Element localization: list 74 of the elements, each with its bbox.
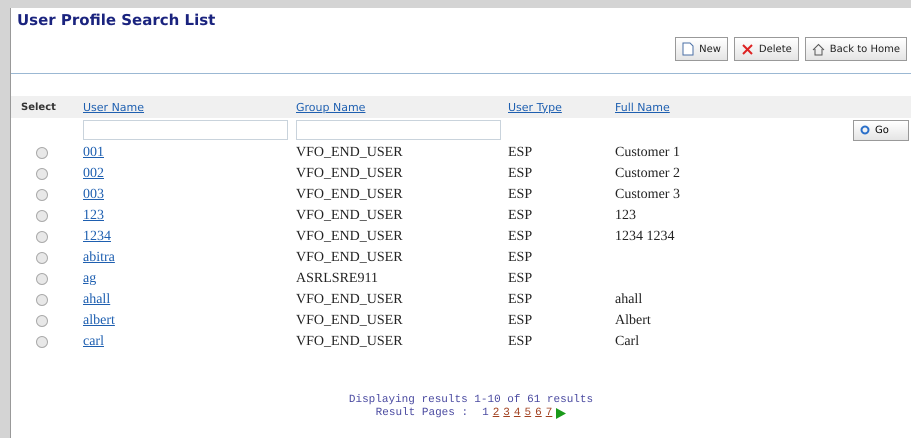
table-cell: VFO_END_USER (296, 166, 403, 182)
table-cell: VFO_END_USER (296, 334, 403, 350)
table-cell: VFO_END_USER (296, 312, 403, 328)
table-cell: Customer 1 (615, 144, 680, 160)
radio-button[interactable] (36, 314, 48, 326)
column-header-link[interactable]: Group Name (296, 100, 508, 114)
table-cell: Customer 2 (615, 166, 680, 182)
table-cell: ahall (615, 292, 642, 308)
table-cell: 1234 1234 (615, 228, 674, 244)
table-cell: VFO_END_USER (296, 228, 403, 244)
radio-button[interactable] (36, 336, 48, 348)
pages-label: Result Pages : (376, 407, 468, 419)
table-cell: Albert (615, 312, 651, 328)
table-cell: ESP (508, 186, 532, 202)
profile-link[interactable]: carl (83, 334, 104, 350)
home-button[interactable]: Back to Home (804, 37, 907, 61)
table-cell: Carl (615, 334, 640, 350)
table-cell: ESP (508, 166, 532, 182)
profile-link[interactable]: albert (83, 312, 115, 328)
table-cell: ESP (508, 250, 532, 266)
profile-link[interactable]: 003 (83, 186, 104, 202)
page-link[interactable]: 4 (514, 407, 521, 419)
radio-button[interactable] (36, 188, 48, 200)
filter-field[interactable] (83, 120, 288, 140)
table-cell: VFO_END_USER (296, 292, 403, 308)
page-link[interactable]: 3 (503, 407, 510, 419)
next-icon[interactable] (556, 408, 566, 418)
table-cell: Customer 3 (615, 186, 680, 202)
page-link[interactable]: 7 (546, 407, 552, 419)
page-link[interactable]: 2 (492, 407, 500, 419)
profile-link[interactable]: abitra (83, 250, 115, 266)
table-cell: VFO_END_USER (296, 186, 403, 202)
radio-button[interactable] (36, 272, 48, 284)
profile-link[interactable]: 123 (83, 208, 104, 224)
table-cell: ESP (508, 334, 532, 350)
results-summary: Displaying results 1-10 of 61 results (348, 394, 594, 406)
radio-button[interactable] (36, 252, 48, 264)
profile-link[interactable]: 001 (83, 144, 104, 160)
close-icon (740, 42, 754, 56)
delete-button[interactable]: Delete (734, 37, 799, 61)
table-cell: VFO_END_USER (296, 144, 403, 160)
table-cell: ESP (508, 292, 532, 308)
document-icon (682, 42, 694, 56)
page-title: User Profile Search List (16, 10, 216, 31)
page-link[interactable]: 6 (535, 407, 542, 419)
home-icon (812, 42, 825, 56)
table-cell: ESP (508, 312, 532, 328)
page-link[interactable]: 5 (524, 407, 532, 419)
go-button[interactable]: Go (853, 120, 909, 140)
profile-link[interactable]: 002 (83, 166, 104, 182)
table-cell: 123 (615, 208, 636, 224)
filter-field[interactable] (296, 120, 501, 140)
column-header-link[interactable]: User Type (508, 100, 615, 114)
table-cell: ESP (508, 144, 532, 160)
profile-link[interactable]: ag (83, 270, 96, 286)
radio-button[interactable] (36, 294, 48, 306)
table-cell: VFO_END_USER (296, 208, 403, 224)
column-header-link[interactable]: Full Name (615, 100, 911, 114)
radio-button[interactable] (36, 168, 48, 180)
radio-button[interactable] (36, 210, 48, 222)
table-cell: ASRLSRE911 (296, 270, 378, 286)
table-cell: ESP (508, 270, 532, 286)
circle-icon (860, 125, 870, 135)
table-cell: ESP (508, 228, 532, 244)
column-header: Select (21, 102, 57, 112)
new-button[interactable]: New (675, 37, 728, 61)
table-cell: ESP (508, 208, 532, 224)
profile-link[interactable]: ahall (83, 292, 110, 308)
radio-button[interactable] (36, 230, 48, 242)
column-header-link[interactable]: User Name (83, 100, 296, 114)
radio-button[interactable] (36, 146, 48, 158)
profile-link[interactable]: 1234 (83, 228, 111, 244)
table-cell: VFO_END_USER (296, 250, 403, 266)
page-link[interactable]: 1 (482, 407, 489, 419)
